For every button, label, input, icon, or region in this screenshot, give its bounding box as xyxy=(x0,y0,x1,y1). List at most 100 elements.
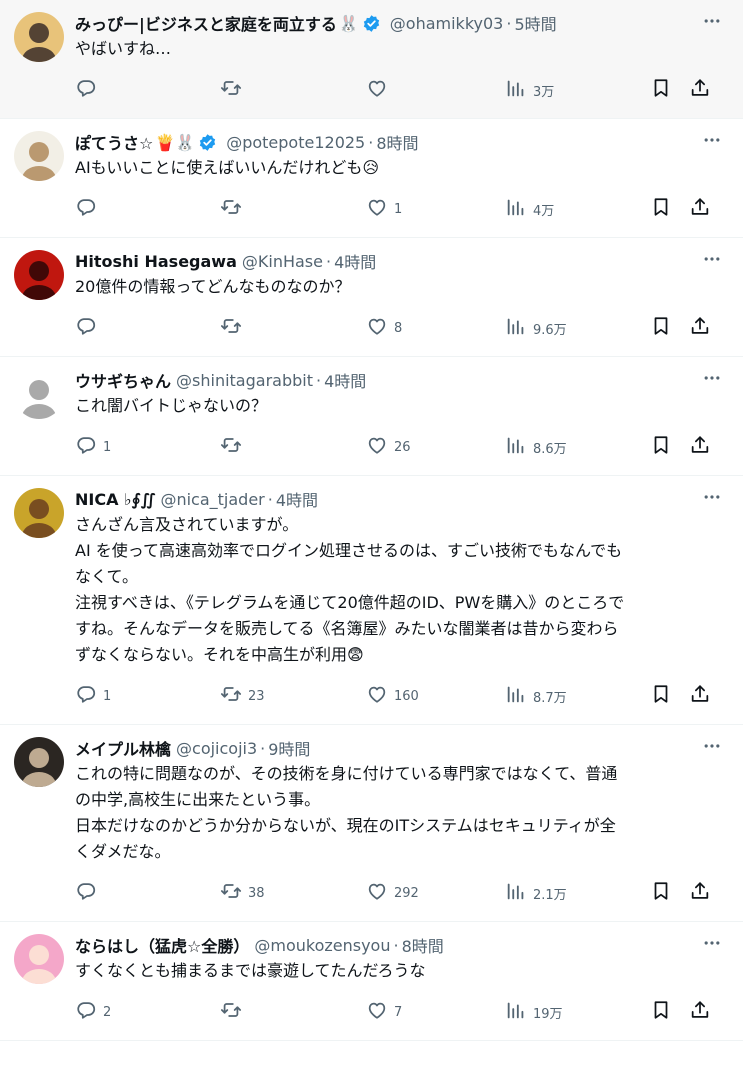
timestamp[interactable]: 8時間 xyxy=(376,130,418,154)
avatar[interactable] xyxy=(14,934,64,984)
bookmark-button[interactable] xyxy=(650,77,689,103)
like-button[interactable] xyxy=(366,77,505,103)
bookmark-button[interactable] xyxy=(650,434,689,460)
user-handle[interactable]: @moukozensyou xyxy=(254,936,390,955)
like-count: 1 xyxy=(394,201,403,217)
retweet-button[interactable] xyxy=(220,77,366,103)
reply-button[interactable]: 1 xyxy=(75,683,220,709)
views-button[interactable]: 9.6万 xyxy=(505,315,650,341)
share-button[interactable] xyxy=(689,683,711,709)
tweet-text-line: 20億件の情報ってどんなものなのか？ xyxy=(75,277,351,296)
more-options-button[interactable] xyxy=(701,133,723,151)
user-handle[interactable]: @KinHase xyxy=(242,252,323,271)
user-handle[interactable]: @ohamikky03 xyxy=(390,14,504,33)
more-options-button[interactable] xyxy=(701,252,723,270)
timestamp[interactable]: 8時間 xyxy=(402,933,444,957)
display-name[interactable]: ぽてうさ☆ xyxy=(75,130,153,154)
views-button[interactable]: 2.1万 xyxy=(505,880,650,906)
more-options-button[interactable] xyxy=(701,14,723,32)
tweet-text: すくなくとも捕まるまでは豪遊してたんだろうな xyxy=(75,958,727,984)
reply-button[interactable] xyxy=(75,196,220,222)
views-button[interactable]: 8.7万 xyxy=(505,683,650,709)
tweet-text: AIもいいことに使えばいいんだけれども😥 xyxy=(75,155,727,181)
user-handle[interactable]: @potepote12025 xyxy=(226,133,365,152)
display-name[interactable]: みっぴー|ビジネスと家庭を両立する xyxy=(75,11,337,35)
display-name[interactable]: Hitoshi Hasegawa xyxy=(75,252,237,271)
more-options-button[interactable] xyxy=(701,936,723,954)
display-name[interactable]: ならはし（猛虎☆全勝） xyxy=(75,933,249,957)
like-button[interactable]: 292 xyxy=(366,880,505,906)
user-handle[interactable]: @nica_tjader xyxy=(160,490,264,509)
timestamp[interactable]: 5時間 xyxy=(514,11,556,35)
retweet-button[interactable] xyxy=(220,315,366,341)
share-button[interactable] xyxy=(689,880,711,906)
bookmark-button[interactable] xyxy=(650,999,689,1025)
display-name[interactable]: メイプル林檎 xyxy=(75,736,171,760)
share-button[interactable] xyxy=(689,999,711,1025)
retweet-button[interactable]: 23 xyxy=(220,683,366,709)
tweet-text: 20億件の情報ってどんなものなのか？ xyxy=(75,274,727,300)
views-button[interactable]: 8.6万 xyxy=(505,434,650,460)
like-count: 160 xyxy=(394,688,419,704)
reply-icon xyxy=(75,77,97,103)
bookmark-button[interactable] xyxy=(650,683,689,709)
share-button[interactable] xyxy=(689,315,711,341)
timestamp[interactable]: 4時間 xyxy=(324,368,366,392)
like-button[interactable]: 7 xyxy=(366,999,505,1025)
more-options-button[interactable] xyxy=(701,490,723,508)
reply-button[interactable]: 2 xyxy=(75,999,220,1025)
reply-button[interactable]: 1 xyxy=(75,434,220,460)
bookmark-button[interactable] xyxy=(650,880,689,906)
reply-tweet[interactable]: メイプル林檎 @cojicoji3 · 9時間 これの特に問題なのが、その技術を身に付け… xyxy=(0,725,743,922)
views-button[interactable]: 3万 xyxy=(505,77,650,103)
like-button[interactable]: 8 xyxy=(366,315,505,341)
timestamp[interactable]: 9時間 xyxy=(268,736,310,760)
avatar[interactable] xyxy=(14,737,64,787)
timestamp[interactable]: 4時間 xyxy=(276,487,318,511)
reply-icon xyxy=(75,315,97,341)
retweet-button[interactable] xyxy=(220,196,366,222)
like-button[interactable]: 26 xyxy=(366,434,505,460)
bookmark-button[interactable] xyxy=(650,196,689,222)
reply-tweet[interactable]: ならはし（猛虎☆全勝） @moukozensyou · 8時間 すくなくとも捕まるまでは… xyxy=(0,922,743,1041)
timestamp[interactable]: 4時間 xyxy=(334,249,376,273)
share-button[interactable] xyxy=(689,196,711,222)
avatar[interactable] xyxy=(14,488,64,538)
avatar[interactable] xyxy=(14,250,64,300)
reply-tweet[interactable]: ウサギちゃん @shinitagarabbit · 4時間 これ闇バイトじゃないの？ 1 2… xyxy=(0,357,743,476)
reply-button[interactable] xyxy=(75,315,220,341)
like-icon xyxy=(366,999,388,1025)
retweet-button[interactable]: 38 xyxy=(220,880,366,906)
share-icon xyxy=(689,77,711,103)
views-button[interactable]: 4万 xyxy=(505,196,650,222)
retweet-button[interactable] xyxy=(220,434,366,460)
more-options-button[interactable] xyxy=(701,371,723,389)
like-button[interactable]: 160 xyxy=(366,683,505,709)
views-count: 4万 xyxy=(533,203,555,219)
reply-tweet[interactable]: NICA ♭∮∬ @nica_tjader · 4時間 さんざん言及されていますが。 AI… xyxy=(0,476,743,725)
user-handle[interactable]: @shinitagarabbit xyxy=(176,371,313,390)
display-name[interactable]: ウサギちゃん xyxy=(75,368,171,392)
views-icon xyxy=(505,999,527,1025)
share-button[interactable] xyxy=(689,77,711,103)
reply-tweet[interactable]: みっぴー|ビジネスと家庭を両立する 🐰 @ohamikky03 · 5時間 やばいすね… 3… xyxy=(0,0,743,119)
reply-button[interactable] xyxy=(75,77,220,103)
views-button[interactable]: 19万 xyxy=(505,999,650,1025)
user-handle[interactable]: @cojicoji3 xyxy=(176,739,257,758)
more-icon xyxy=(702,368,722,392)
avatar[interactable] xyxy=(14,369,64,419)
retweet-button[interactable] xyxy=(220,999,366,1025)
bookmark-icon xyxy=(650,880,672,906)
tweet-header: ぽてうさ☆ 🍟🐰 @potepote12025 · 8時間 xyxy=(75,130,727,154)
more-options-button[interactable] xyxy=(701,739,723,757)
reply-tweet[interactable]: Hitoshi Hasegawa @KinHase · 4時間 20億件の情報ってどんな… xyxy=(0,238,743,357)
like-button[interactable]: 1 xyxy=(366,196,505,222)
reply-button[interactable] xyxy=(75,880,220,906)
share-button[interactable] xyxy=(689,434,711,460)
bookmark-button[interactable] xyxy=(650,315,689,341)
avatar[interactable] xyxy=(14,131,64,181)
display-name[interactable]: NICA ♭∮∬ xyxy=(75,490,155,509)
reply-tweet[interactable]: ぽてうさ☆ 🍟🐰 @potepote12025 · 8時間 AIもいいことに使えばいいんだ… xyxy=(0,119,743,238)
avatar[interactable] xyxy=(14,12,64,62)
verified-icon xyxy=(362,14,381,33)
